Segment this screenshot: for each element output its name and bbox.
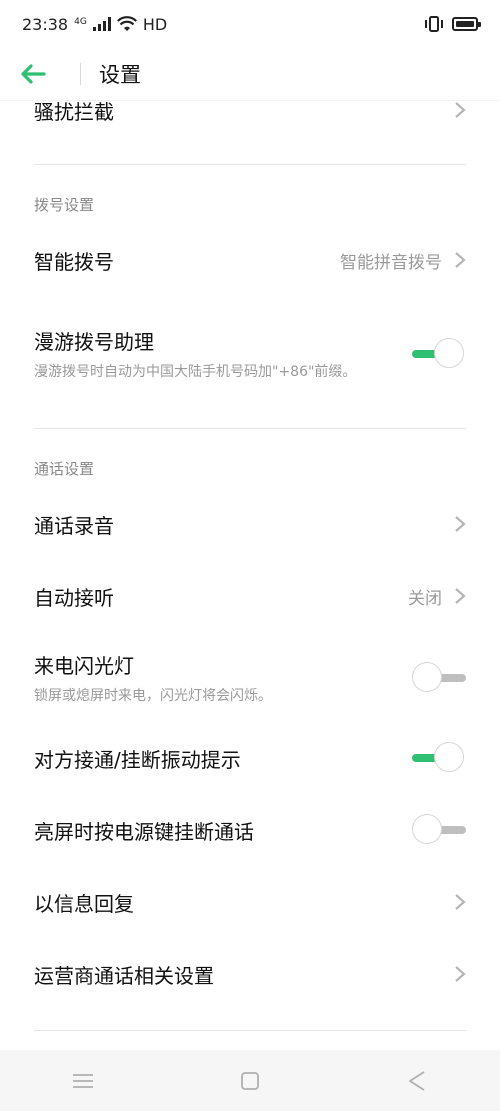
network-type: 4G (74, 16, 87, 27)
battery-icon (452, 17, 481, 31)
row-label: 运营商通话相关设置 (34, 963, 214, 988)
flash-row[interactable]: 来电闪光灯 锁屏或熄屏时来电，闪光灯将会闪烁。 (34, 648, 466, 708)
smart-dial-row[interactable]: 智能拨号 智能拼音拨号 (34, 244, 466, 276)
home-button[interactable] (230, 1061, 270, 1101)
power-hangup-toggle[interactable] (412, 814, 466, 846)
chevron-right-icon (455, 894, 466, 910)
chevron-right-icon (455, 588, 466, 604)
row-value: 智能拼音拨号 (340, 252, 442, 273)
roaming-toggle[interactable] (412, 338, 466, 370)
vibrate-row[interactable]: 对方接通/挂断振动提示 (34, 742, 466, 774)
status-left: 23:38 4G HD (22, 15, 167, 34)
back-button[interactable] (20, 48, 76, 100)
roaming-row[interactable]: 漫游拨号助理 漫游拨号时自动为中国大陆手机号码加"+86"前缀。 (34, 314, 466, 394)
row-label: 自动接听 (34, 585, 114, 610)
carrier-row[interactable]: 运营商通话相关设置 (34, 958, 466, 990)
app-header: 设置 (0, 48, 500, 101)
system-nav-bar (0, 1050, 500, 1111)
row-label: 智能拨号 (34, 249, 114, 274)
auto-answer-row[interactable]: 自动接听 关闭 (34, 580, 466, 612)
back-triangle-icon (408, 1070, 425, 1091)
menu-button[interactable] (63, 1061, 103, 1101)
back-nav-button[interactable] (397, 1061, 437, 1101)
row-label: 亮屏时按电源键挂断通话 (34, 819, 254, 844)
power-hangup-row[interactable]: 亮屏时按电源键挂断通话 (34, 814, 466, 846)
wifi-icon (116, 16, 137, 31)
call-recording-row[interactable]: 通话录音 (34, 508, 466, 540)
signal-icon (92, 17, 111, 31)
divider (34, 1030, 466, 1031)
chevron-right-icon (455, 252, 466, 268)
row-value: 关闭 (408, 588, 442, 609)
row-label: 以信息回复 (34, 891, 134, 916)
divider (34, 428, 466, 429)
section-title-call: 通话设置 (34, 460, 95, 478)
harassment-row[interactable]: 骚扰拦截 (34, 96, 466, 124)
row-label: 骚扰拦截 (34, 99, 114, 124)
row-label: 通话录音 (34, 513, 114, 538)
status-time: 23:38 (22, 14, 69, 34)
status-right (424, 15, 481, 33)
page-title: 设置 (99, 63, 141, 87)
menu-icon (73, 1073, 94, 1088)
status-bar: 23:38 4G HD (0, 0, 500, 48)
back-arrow-icon (21, 64, 46, 84)
vibrate-icon (425, 16, 443, 32)
home-icon (241, 1071, 259, 1090)
header-divider (80, 63, 81, 85)
row-label: 来电闪光灯 (34, 653, 134, 678)
vibrate-toggle[interactable] (412, 742, 466, 774)
section-title-dial: 拨号设置 (34, 196, 95, 214)
chevron-right-icon (455, 516, 466, 532)
hd-indicator: HD (142, 14, 168, 34)
row-label: 对方接通/挂断振动提示 (34, 747, 241, 772)
flash-toggle[interactable] (412, 662, 466, 694)
row-desc: 漫游拨号时自动为中国大陆手机号码加"+86"前缀。 (34, 363, 357, 380)
row-desc: 锁屏或熄屏时来电，闪光灯将会闪烁。 (34, 687, 272, 704)
sms-reply-row[interactable]: 以信息回复 (34, 886, 466, 918)
divider (34, 164, 466, 165)
chevron-right-icon (455, 102, 466, 118)
row-label: 漫游拨号助理 (34, 329, 154, 354)
chevron-right-icon (455, 966, 466, 982)
